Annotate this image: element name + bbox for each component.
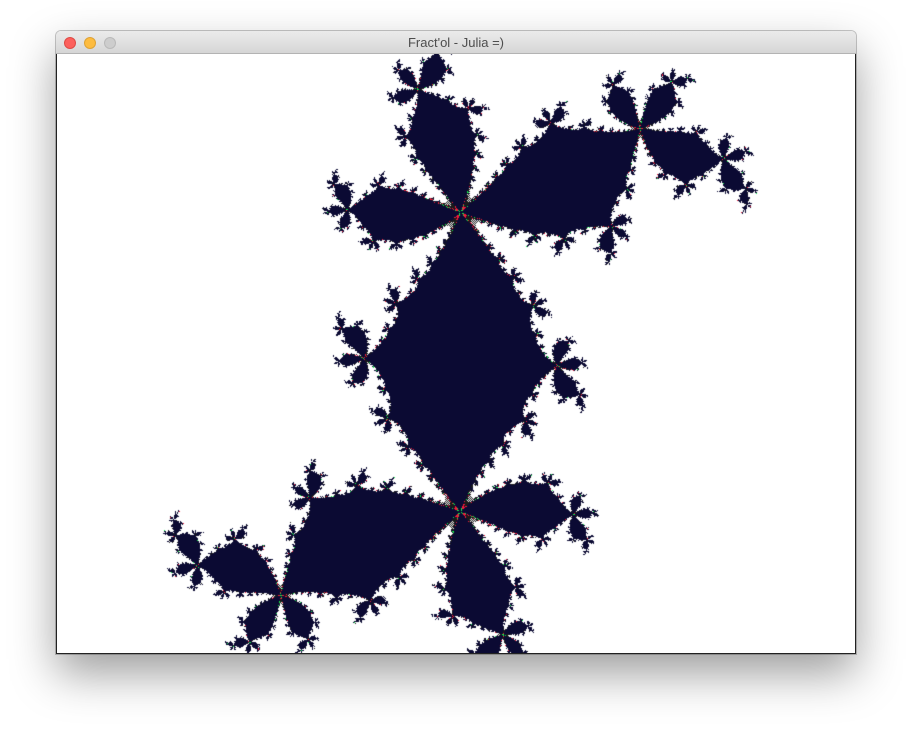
fractal-view[interactable] xyxy=(56,54,856,654)
app-window: Fract'ol - Julia =) xyxy=(56,31,856,654)
window-title: Fract'ol - Julia =) xyxy=(407,35,505,50)
title-bar[interactable]: Fract'ol - Julia =) xyxy=(56,31,856,54)
julia-fractal-canvas[interactable] xyxy=(57,54,855,653)
